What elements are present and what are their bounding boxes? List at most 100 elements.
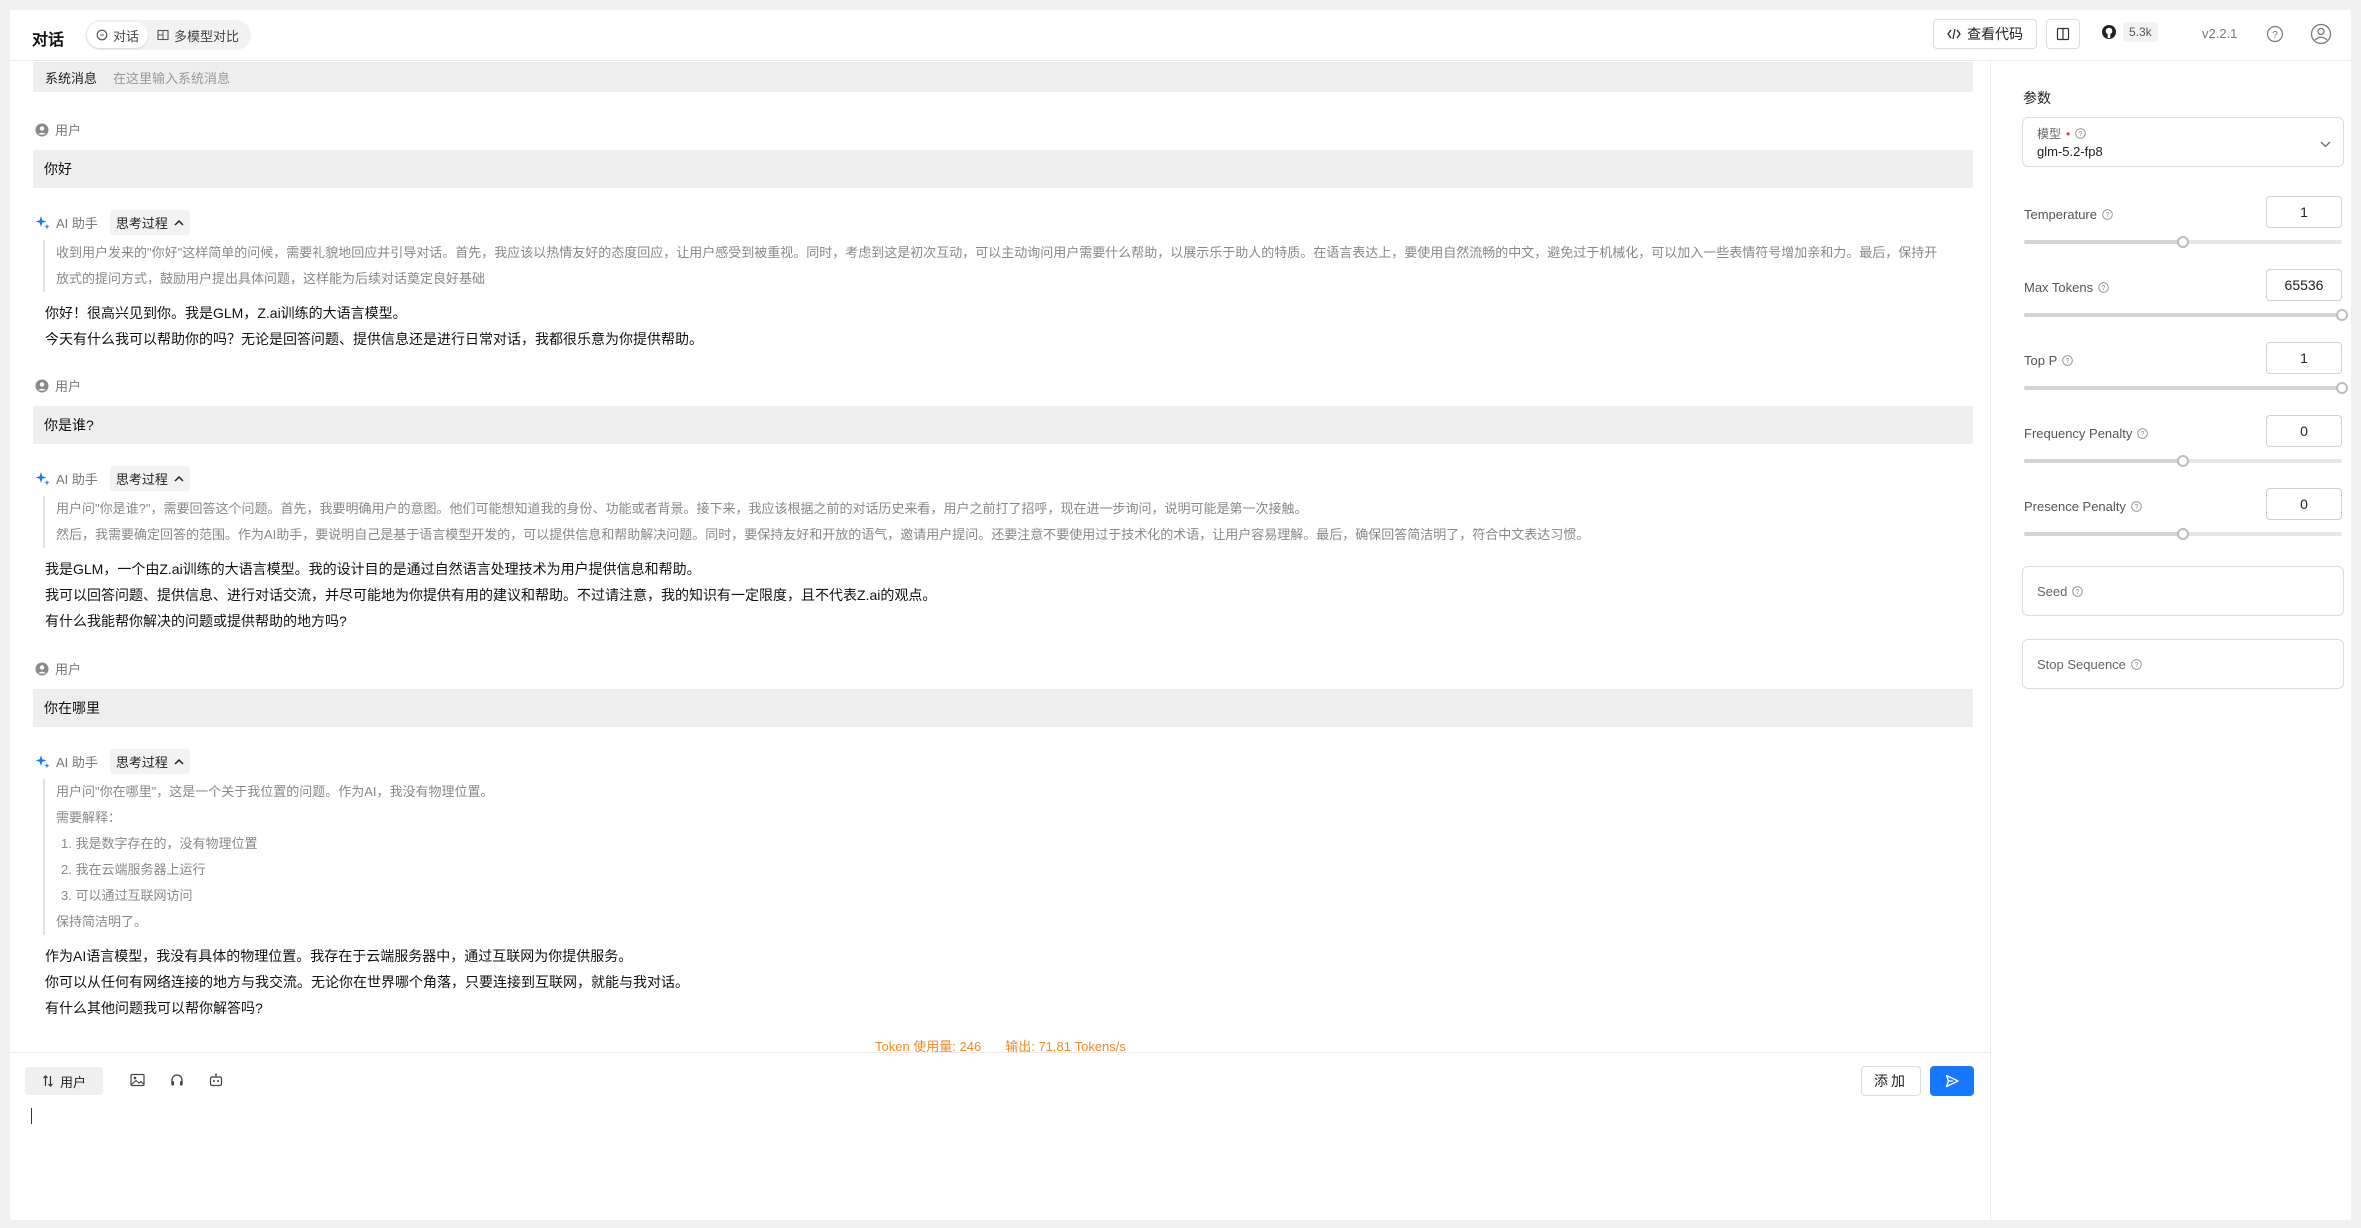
- toggle-panel-button[interactable]: [2046, 19, 2080, 49]
- frequency-penalty-slider[interactable]: [2024, 455, 2342, 467]
- mode-switch: 对话 多模型对比: [85, 20, 251, 50]
- add-message-button[interactable]: 添加: [1861, 1066, 1921, 1096]
- send-icon: [1945, 1074, 1959, 1088]
- required-mark: •: [2066, 126, 2071, 141]
- tab-compare-label: 多模型对比: [174, 28, 240, 44]
- answer-line: 你可以从任何有网络连接的地方与我交流。无论你在世界哪个角落，只要连接到互联网，就…: [45, 974, 689, 990]
- help-icon[interactable]: ?: [2131, 658, 2142, 670]
- assistant-role-label: AI 助手 思考过程: [35, 466, 190, 491]
- param-label-text: Frequency Penalty: [2024, 426, 2133, 441]
- view-code-button[interactable]: 查看代码: [1933, 19, 2037, 49]
- param-label-text: Max Tokens: [2024, 280, 2094, 295]
- frequency-penalty-label: Frequency Penalty ?: [2024, 426, 2149, 441]
- param-label-text: Temperature: [2024, 207, 2097, 222]
- chevron-down-icon: [2320, 135, 2331, 153]
- user-icon: [35, 379, 49, 393]
- tab-chat[interactable]: 对话: [87, 22, 149, 48]
- thinking-block: 用户问"你在哪里"，这是一个关于我位置的问题。作为AI，我没有物理位置。 需要解…: [43, 779, 494, 935]
- github-link[interactable]: 5.3k: [2101, 22, 2158, 42]
- max-tokens-input[interactable]: 65536: [2266, 269, 2342, 301]
- stop-sequence-input[interactable]: Stop Sequence ?: [2022, 639, 2344, 689]
- role-text: 用户: [55, 123, 82, 138]
- role-text: 用户: [55, 662, 82, 677]
- seed-input[interactable]: Seed ?: [2022, 566, 2344, 616]
- think-toggle-label: 思考过程: [115, 472, 168, 487]
- answer-line: 作为AI语言模型，我没有具体的物理位置。我存在于云端服务器中，通过互联网为你提供…: [45, 948, 633, 964]
- assistant-role-label: AI 助手 思考过程: [35, 210, 190, 235]
- think-line: 收到用户发来的"你好"这样简单的问候，需要礼貌地回应并引导对话。首先，我应该以热…: [56, 245, 1938, 260]
- top-p-input[interactable]: 1: [2266, 342, 2342, 374]
- user-role-label: 用户: [35, 659, 81, 678]
- message-input[interactable]: [30, 1105, 1970, 1205]
- svg-text:?: ?: [2141, 431, 2145, 438]
- user-avatar-icon[interactable]: [2310, 23, 2332, 50]
- robot-icon[interactable]: [209, 1073, 223, 1092]
- think-toggle-button[interactable]: 思考过程: [109, 749, 190, 774]
- max-tokens-label: Max Tokens ?: [2024, 280, 2109, 295]
- help-icon[interactable]: ?: [2266, 25, 2284, 48]
- help-icon[interactable]: ?: [2131, 501, 2142, 512]
- params-panel: 参数 模型 • ? glm-5.2-fp8 Temperature ? 1 Ma…: [1990, 62, 2351, 1220]
- sparkle-icon: [35, 471, 50, 486]
- frequency-penalty-input[interactable]: 0: [2266, 415, 2342, 447]
- image-upload-icon[interactable]: [130, 1073, 145, 1092]
- composer: 用户 添加: [10, 1052, 1990, 1220]
- top-p-label: Top P ?: [2024, 353, 2074, 368]
- svg-text:?: ?: [2102, 285, 2106, 292]
- user-icon: [35, 662, 49, 676]
- system-message-box[interactable]: 系统消息 在这里输入系统消息: [33, 62, 1973, 92]
- send-button[interactable]: [1930, 1066, 1974, 1096]
- presence-penalty-slider[interactable]: [2024, 528, 2342, 540]
- think-line: 放式的提问方式，鼓励用户提出具体问题，这样能为后续对话奠定良好基础: [56, 271, 486, 286]
- stop-sequence-label: Stop Sequence: [2037, 656, 2126, 672]
- answer-line: 我是GLM，一个由Z.ai训练的大语言模型。我的设计目的是通过自然语言处理技术为…: [45, 561, 701, 577]
- svg-text:?: ?: [2134, 504, 2138, 511]
- think-line: 3. 可以通过互联网访问: [61, 888, 193, 903]
- slider-thumb[interactable]: [2177, 455, 2189, 467]
- help-icon[interactable]: ?: [2098, 282, 2109, 293]
- think-line: 用户问"你是谁?"，需要回答这个问题。首先，我要明确用户的意图。他们可能想知道我…: [56, 501, 1308, 516]
- presence-penalty-input[interactable]: 0: [2266, 488, 2342, 520]
- slider-thumb[interactable]: [2177, 528, 2189, 540]
- user-message: 你好: [33, 150, 1973, 188]
- view-code-label: 查看代码: [1967, 26, 2023, 42]
- help-icon[interactable]: ?: [2072, 585, 2084, 597]
- param-label-text: Top P: [2024, 353, 2058, 368]
- tab-chat-label: 对话: [113, 28, 140, 44]
- think-toggle-button[interactable]: 思考过程: [109, 466, 190, 491]
- help-icon[interactable]: ?: [2102, 209, 2113, 220]
- system-message-placeholder: 在这里输入系统消息: [113, 70, 231, 86]
- github-stars: 5.3k: [2123, 22, 2158, 42]
- model-select[interactable]: 模型 • ? glm-5.2-fp8: [2022, 117, 2344, 167]
- github-icon: [2101, 24, 2117, 40]
- switch-role-button[interactable]: 用户: [25, 1067, 103, 1095]
- model-label-text: 模型: [2037, 127, 2062, 141]
- svg-text:?: ?: [2079, 131, 2083, 138]
- tab-compare[interactable]: 多模型对比: [148, 22, 248, 48]
- think-toggle-button[interactable]: 思考过程: [109, 210, 190, 235]
- message-text: 你在哪里: [44, 700, 100, 716]
- slider-fill: [2024, 532, 2183, 536]
- help-icon[interactable]: ?: [2075, 128, 2086, 139]
- slider-fill: [2024, 459, 2183, 463]
- slider-thumb[interactable]: [2177, 236, 2189, 248]
- max-tokens-slider[interactable]: [2024, 309, 2348, 321]
- help-icon[interactable]: ?: [2137, 428, 2149, 439]
- temperature-input[interactable]: 1: [2266, 196, 2342, 228]
- system-message-label: 系统消息: [45, 70, 98, 86]
- answer-line: 有什么我能帮你解决的问题或提供帮助的地方吗?: [45, 613, 347, 629]
- role-text: AI 助手: [56, 216, 98, 231]
- sparkle-icon: [35, 754, 50, 769]
- assistant-answer: 你好！很高兴见到你。我是GLM，Z.ai训练的大语言模型。 今天有什么我可以帮助…: [45, 300, 703, 352]
- think-line: 1. 我是数字存在的，没有物理位置: [61, 836, 258, 851]
- top-p-slider[interactable]: [2024, 382, 2348, 394]
- help-icon[interactable]: ?: [2062, 355, 2074, 366]
- slider-thumb[interactable]: [2336, 382, 2348, 394]
- think-line: 然后，我需要确定回答的范围。作为AI助手，要说明自己是基于语言模型开发的，可以提…: [56, 527, 1590, 542]
- model-value: glm-5.2-fp8: [2037, 144, 2103, 159]
- audio-icon[interactable]: [170, 1073, 184, 1092]
- chat-icon: [96, 29, 108, 41]
- temperature-slider[interactable]: [2024, 236, 2342, 248]
- role-text: AI 助手: [56, 472, 98, 487]
- slider-thumb[interactable]: [2336, 309, 2348, 321]
